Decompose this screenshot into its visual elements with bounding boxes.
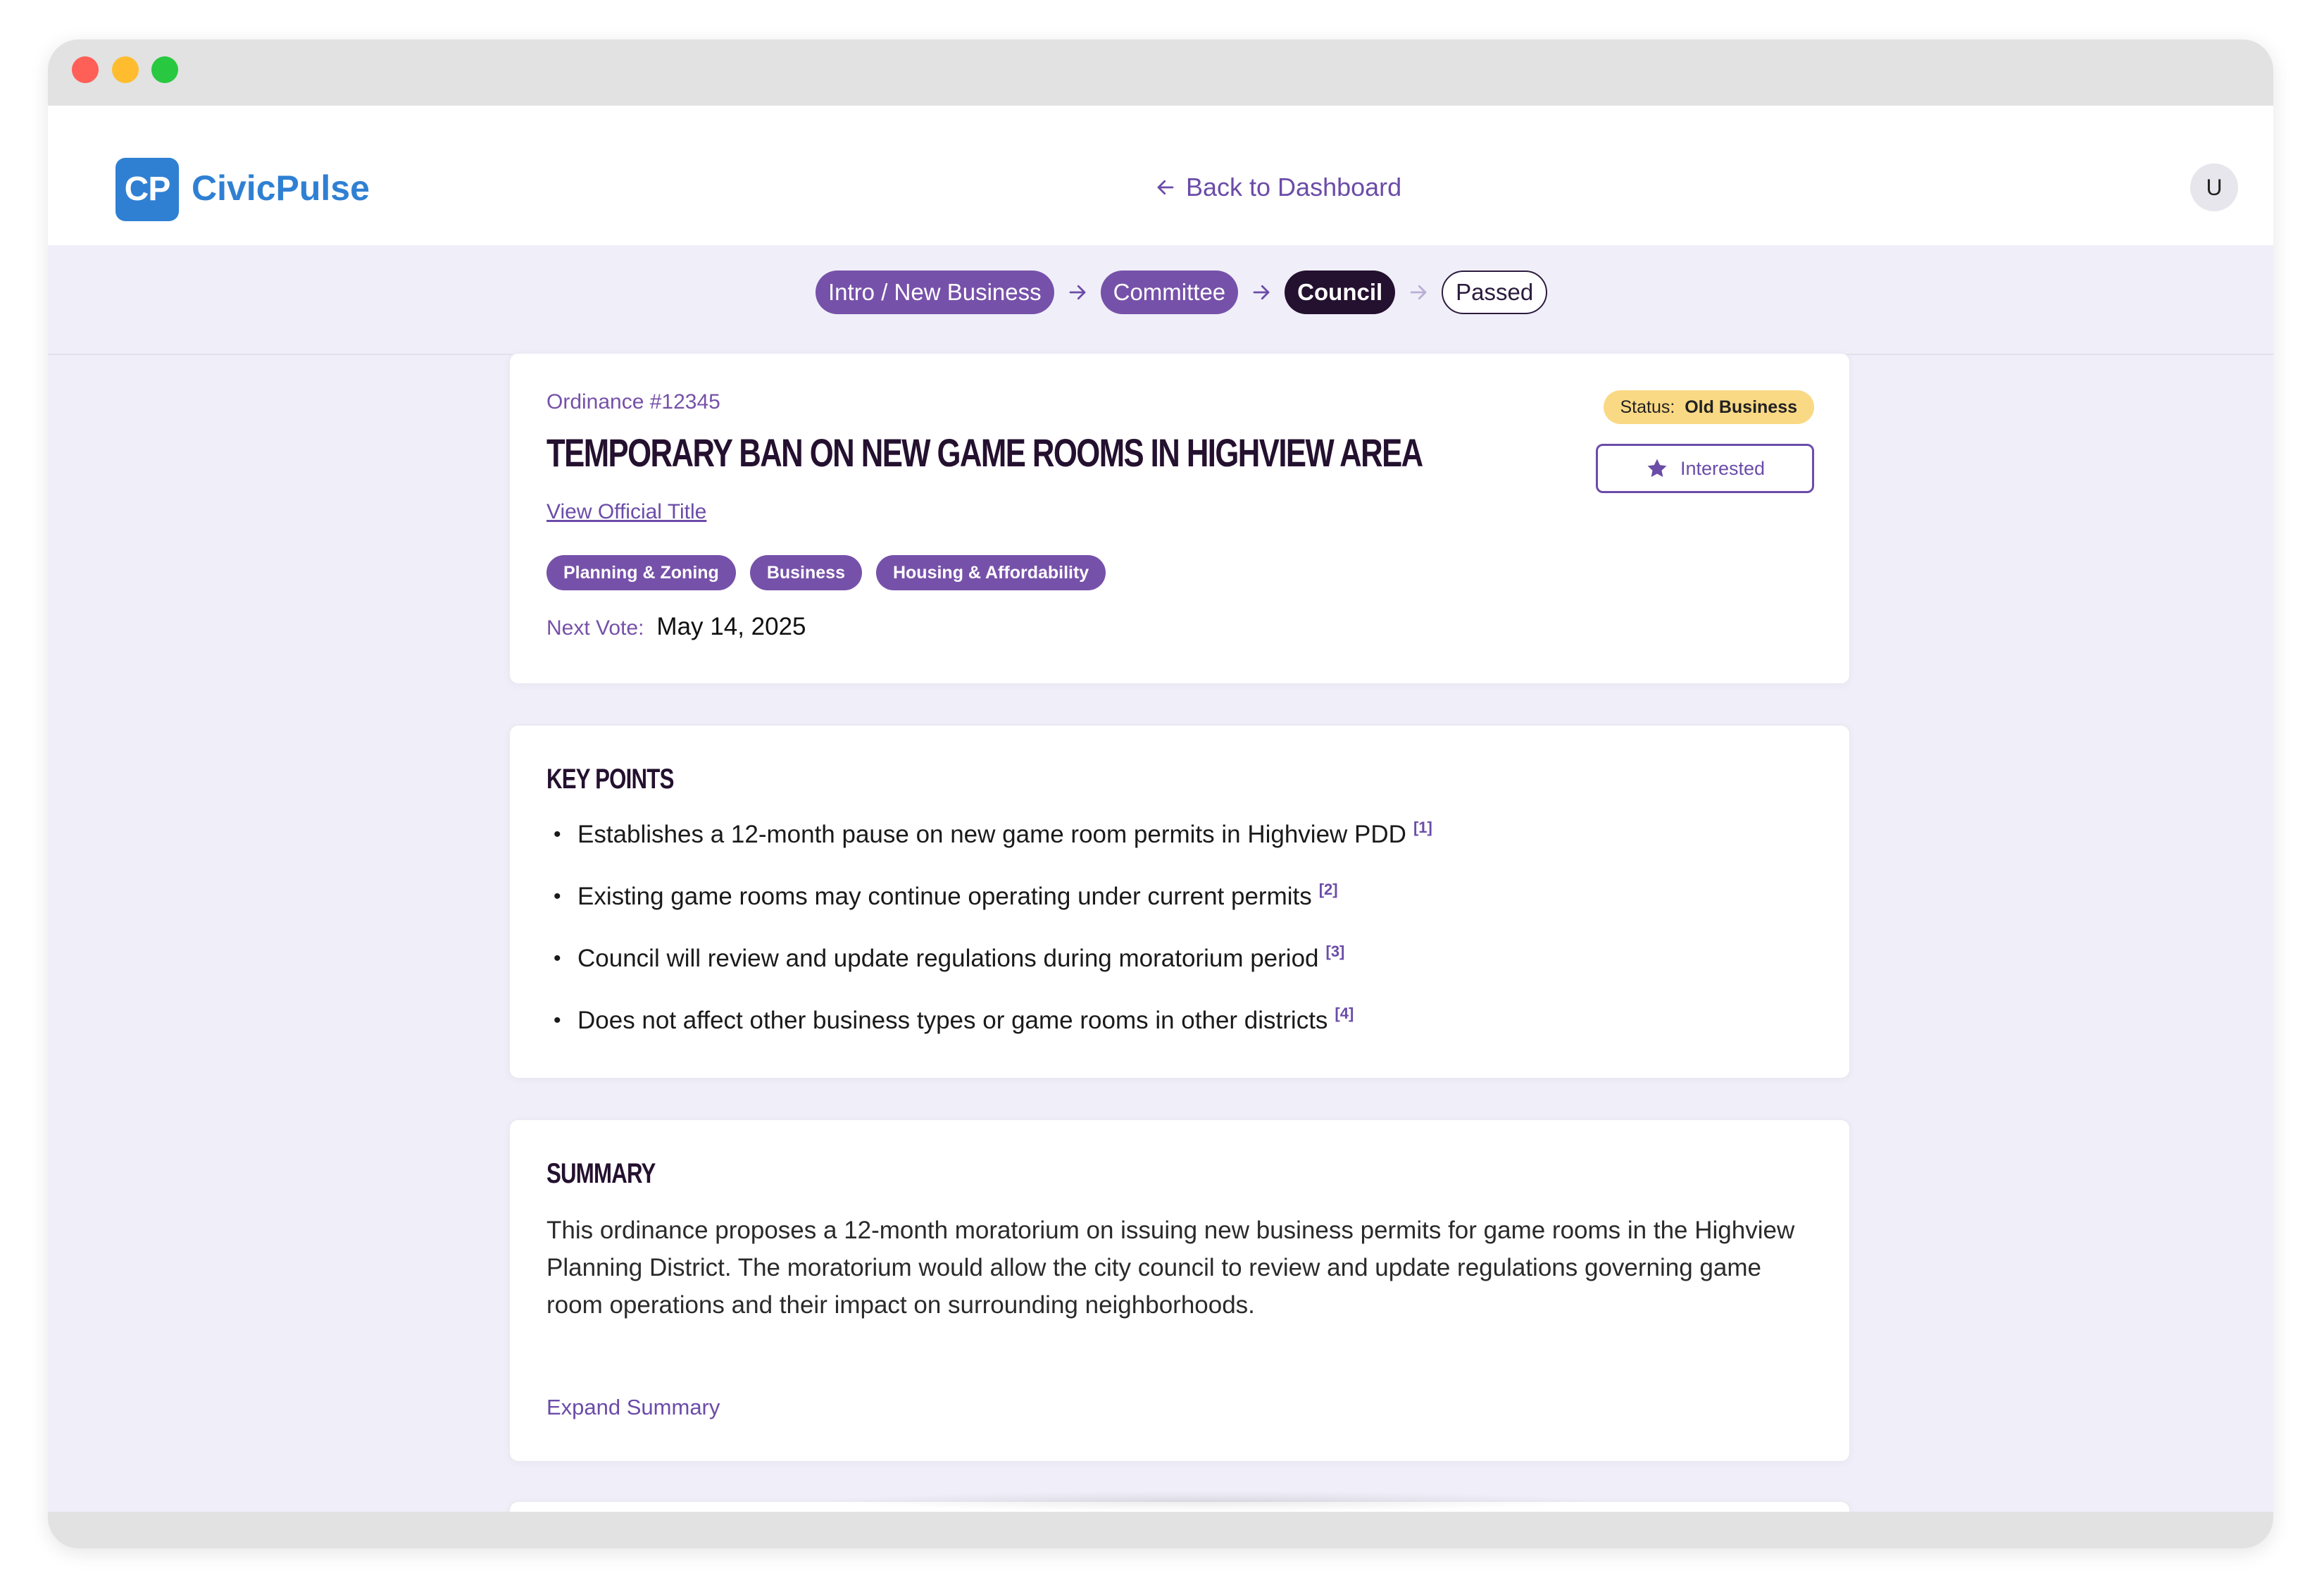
list-item: • Existing game rooms may continue opera… [554, 879, 1432, 941]
ordinance-title: Temporary Ban on New Game Rooms in Highv… [546, 430, 1423, 475]
summary-text: This ordinance proposes a 12-month morat… [546, 1217, 1795, 1319]
window-titlebar [48, 39, 2273, 106]
expand-summary-link[interactable]: Expand Summary [546, 1395, 720, 1420]
arrow-right-icon [1054, 282, 1101, 303]
step-council[interactable]: Council [1285, 271, 1396, 314]
interested-button[interactable]: Interested [1596, 444, 1814, 493]
status-badge: Status: Old Business [1603, 390, 1814, 424]
summary-title: Summary [546, 1158, 656, 1189]
window-bottom-bar [48, 1512, 2273, 1548]
list-item: • Does not affect other business types o… [554, 1003, 1432, 1065]
step-committee[interactable]: Committee [1100, 271, 1239, 314]
arrow-right-icon [1238, 282, 1285, 303]
app-header: CP CivicPulse Back to Dashboard U [48, 106, 2273, 247]
ordinance-card: Ordinance #12345 Temporary Ban on New Ga… [508, 352, 1851, 685]
key-points-card: Key Points • Establishes a 12-month paus… [508, 724, 1851, 1079]
citation-link[interactable]: [2] [1319, 882, 1338, 944]
next-vote-label: Next Vote: [546, 616, 644, 640]
star-icon [1647, 459, 1667, 478]
bullet-icon: • [554, 947, 561, 970]
status-value: Old Business [1685, 397, 1797, 417]
view-official-title-link[interactable]: View Official Title [546, 500, 706, 524]
app-name[interactable]: CivicPulse [192, 163, 370, 213]
user-avatar[interactable]: U [2190, 163, 2238, 211]
bullet-icon: • [554, 1009, 561, 1032]
bullet-icon: • [554, 823, 561, 846]
next-vote: Next Vote: May 14, 2025 [546, 613, 806, 641]
progress-stepper-band: Intro / New Business Committee Council P… [48, 245, 2273, 355]
back-link-label: Back to Dashboard [1186, 173, 1402, 201]
list-item: • Council will review and update regulat… [554, 941, 1432, 1003]
arrow-left-icon [1157, 180, 1174, 195]
minimize-window-button[interactable] [112, 56, 139, 83]
status-label: Status: [1620, 397, 1675, 417]
maximize-window-button[interactable] [151, 56, 178, 83]
topic-tags: Planning & Zoning Business Housing & Aff… [546, 555, 1106, 590]
browser-window: CP CivicPulse Back to Dashboard U Intro … [48, 39, 2273, 1548]
tag-planning-zoning[interactable]: Planning & Zoning [546, 555, 736, 590]
key-point-text: Existing game rooms may continue operati… [577, 883, 1312, 910]
citation-link[interactable]: [3] [1326, 944, 1345, 1006]
tag-business[interactable]: Business [749, 555, 862, 590]
citation-link[interactable]: [4] [1335, 1006, 1354, 1068]
close-window-button[interactable] [72, 56, 99, 83]
key-points-list: • Establishes a 12-month pause on new ga… [554, 817, 1432, 1065]
summary-card: Summary This ordinance proposes a 12-mon… [508, 1119, 1851, 1462]
logo-icon[interactable]: CP [115, 158, 179, 221]
next-vote-date: May 14, 2025 [656, 613, 806, 640]
step-passed[interactable]: Passed [1442, 271, 1548, 314]
progress-stepper: Intro / New Business Committee Council P… [816, 271, 1548, 314]
ordinance-number: Ordinance #12345 [546, 390, 720, 414]
back-to-dashboard-link[interactable]: Back to Dashboard [1155, 168, 1401, 207]
bullet-icon: • [554, 885, 561, 908]
key-points-title: Key Points [546, 764, 674, 795]
list-item: • Establishes a 12-month pause on new ga… [554, 817, 1432, 879]
key-point-text: Does not affect other business types or … [577, 1007, 1328, 1034]
key-point-text: Council will review and update regulatio… [577, 945, 1319, 972]
tag-housing-affordability[interactable]: Housing & Affordability [875, 555, 1106, 590]
arrow-right-icon [1395, 282, 1442, 303]
interested-label: Interested [1680, 457, 1766, 479]
scroll-shadow [823, 1491, 1597, 1512]
citation-link[interactable]: [1] [1413, 820, 1432, 882]
step-intro[interactable]: Intro / New Business [816, 271, 1054, 314]
key-point-text: Establishes a 12-month pause on new game… [577, 821, 1406, 848]
